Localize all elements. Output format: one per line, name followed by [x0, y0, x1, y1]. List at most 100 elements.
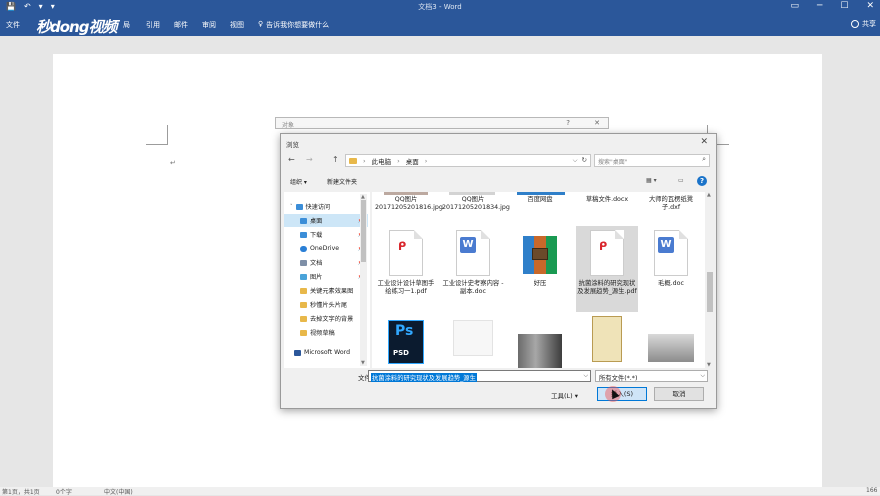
file-name: 工业设计史考察内容 - 副本.doc — [442, 280, 504, 295]
chevron-down-icon[interactable]: ⌵ — [583, 372, 588, 380]
picture-icon — [300, 273, 307, 280]
tab-view[interactable]: 视图 — [230, 20, 244, 30]
nav-downloads[interactable]: 下载 📌 — [284, 228, 368, 241]
view-options-icon[interactable]: ▦ ▾ — [646, 177, 657, 184]
object-dialog-background: 对象 ? ✕ — [275, 117, 609, 129]
address-dropdown-icon[interactable]: ⌵ — [573, 156, 578, 165]
nav-onedrive[interactable]: OneDrive 📌 — [284, 242, 368, 255]
nav-desktop[interactable]: 桌面 📌 — [284, 214, 368, 227]
nav-pictures[interactable]: 图片 📌 — [284, 270, 368, 283]
tab-layout-partial[interactable]: 局 — [123, 20, 130, 30]
breadcrumb-desktop[interactable]: 桌面 — [406, 156, 419, 166]
ribbon-display-options-icon[interactable]: ▭ — [790, 1, 799, 11]
file-list: QQ图片20171205201816.jpg QQ图片2017120520183… — [372, 192, 705, 368]
nav-label: 视频草稿 — [310, 330, 335, 337]
file-item-selected[interactable]: ᑭ 抗菌涂料的研究现状及发展趋势_源生.pdf — [576, 226, 638, 312]
file-item[interactable]: W 毛概.doc — [640, 230, 702, 310]
nav-pane-scrollbar[interactable]: ▲ ▼ — [360, 194, 367, 366]
tab-references[interactable]: 引用 — [146, 20, 160, 30]
file-item[interactable]: 大师的瓦楞纸凳子.dxf — [640, 196, 702, 212]
scroll-up-icon[interactable]: ▲ — [707, 192, 711, 198]
lightbulb-icon: ♀ — [258, 20, 264, 28]
folder-icon — [300, 301, 307, 308]
search-icon: ⌕ — [702, 155, 706, 163]
nav-label: OneDrive — [310, 245, 340, 252]
pdf-file-icon: ᑭ — [590, 230, 624, 276]
file-item[interactable] — [576, 316, 638, 362]
share-label: 共享 — [862, 20, 876, 28]
nav-documents[interactable]: 文档 📌 — [284, 256, 368, 269]
share-button[interactable]: 共享 — [851, 19, 876, 29]
file-name: 百度网盘 — [527, 196, 553, 203]
file-item[interactable]: 草稿文件.docx — [576, 196, 638, 204]
scrollbar-thumb[interactable] — [707, 272, 713, 312]
nav-microsoft-word[interactable]: Microsoft Word — [284, 346, 368, 359]
new-folder-button[interactable]: 新建文件夹 — [327, 177, 357, 186]
desktop-icon — [300, 217, 307, 224]
minimize-icon[interactable]: ─ — [817, 1, 822, 11]
folder-icon — [349, 158, 357, 164]
nav-folder[interactable]: 视频草稿 — [284, 326, 368, 339]
nav-label: 桌面 — [310, 218, 323, 225]
file-item[interactable]: 百度网盘 — [509, 196, 571, 204]
scrollbar-thumb[interactable] — [361, 200, 366, 262]
filename-field[interactable]: 抗菌涂料的研究现状及发展趋势_源生 ⌵ — [368, 370, 591, 382]
archive-icon — [521, 230, 559, 276]
file-item[interactable]: QQ图片20171205201816.jpg — [375, 196, 443, 212]
close-icon[interactable]: ✕ — [594, 119, 600, 127]
tools-dropdown[interactable]: 工具(L) ▾ — [551, 390, 578, 400]
folder-icon — [300, 315, 307, 322]
tell-me-box[interactable]: ♀ 告诉我你想要做什么 — [258, 20, 329, 30]
filetype-value: 所有文件(*.*) — [599, 375, 638, 382]
file-item[interactable]: 好压 — [509, 230, 571, 310]
preview-pane-icon[interactable]: ▭ — [678, 177, 684, 184]
dialog-close-icon[interactable]: ✕ — [700, 137, 708, 147]
address-bar[interactable]: › 此电脑 › 桌面 › ⌵ ↻ — [345, 154, 591, 167]
zoom-level[interactable]: 166 — [866, 487, 877, 494]
browse-dialog: 浏览 ✕ ← → ↑ › 此电脑 › 桌面 › ⌵ ↻ 搜索"桌面" ⌕ 组织 … — [280, 133, 717, 409]
file-list-scrollbar[interactable]: ▲ ▼ — [706, 192, 714, 368]
tell-me-text: 告诉我你想要做什么 — [266, 21, 330, 29]
scroll-down-icon[interactable]: ▼ — [707, 362, 711, 368]
window-controls: ▭ ─ ☐ ✕ — [790, 1, 874, 11]
file-item[interactable] — [509, 320, 571, 368]
breadcrumb-this-pc[interactable]: 此电脑 — [372, 156, 392, 166]
breadcrumb-sep-icon: › — [363, 157, 366, 165]
nav-folder[interactable]: 秒懂片头片尾 — [284, 298, 368, 311]
nav-quick-access[interactable]: ˅ 快速访问 — [284, 200, 368, 213]
file-item[interactable] — [442, 320, 504, 356]
help-icon[interactable]: ? — [566, 119, 570, 127]
file-item[interactable]: W 工业设计史考察内容 - 副本.doc — [442, 230, 504, 310]
filetype-select[interactable]: 所有文件(*.*) ⌵ — [595, 370, 708, 382]
file-name: 毛概.doc — [658, 280, 684, 287]
file-item[interactable]: QQ图片20171205201834.jpg — [442, 196, 510, 212]
file-name: 大师的瓦楞纸凳子.dxf — [648, 196, 694, 211]
file-item[interactable]: Ps PSD — [375, 320, 437, 364]
back-arrow-icon[interactable]: ← — [288, 155, 295, 164]
chevron-down-icon: ⌵ — [700, 372, 705, 379]
scroll-down-icon[interactable]: ▼ — [361, 360, 365, 366]
nav-label: 秒懂片头片尾 — [310, 302, 348, 309]
word-icon — [294, 349, 301, 356]
nav-folder[interactable]: 去掉文字的背景 — [284, 312, 368, 325]
close-icon[interactable]: ✕ — [866, 1, 874, 11]
refresh-icon[interactable]: ↻ — [582, 156, 587, 165]
maximize-icon[interactable]: ☐ — [840, 1, 848, 11]
folder-icon — [300, 329, 307, 336]
tab-review[interactable]: 审阅 — [202, 20, 216, 30]
up-arrow-icon[interactable]: ↑ — [332, 155, 339, 164]
tab-mailings[interactable]: 邮件 — [174, 20, 188, 30]
forward-arrow-icon[interactable]: → — [306, 155, 313, 164]
nav-label: Microsoft Word — [304, 349, 351, 356]
document-icon — [300, 259, 307, 266]
tab-file[interactable]: 文件 — [6, 20, 20, 30]
file-item[interactable] — [640, 320, 702, 362]
organize-button[interactable]: 组织 ▾ — [290, 177, 307, 186]
star-icon — [295, 203, 303, 210]
search-input[interactable]: 搜索"桌面" ⌕ — [594, 154, 710, 167]
nav-folder[interactable]: 关键元素效果图 — [284, 284, 368, 297]
help-icon[interactable]: ? — [697, 176, 707, 186]
file-item[interactable]: ᑭ 工业设计设计草图手绘练习一1.pdf — [375, 230, 437, 310]
crop-mark-top-left — [146, 125, 168, 145]
cancel-button[interactable]: 取消 — [654, 387, 704, 401]
